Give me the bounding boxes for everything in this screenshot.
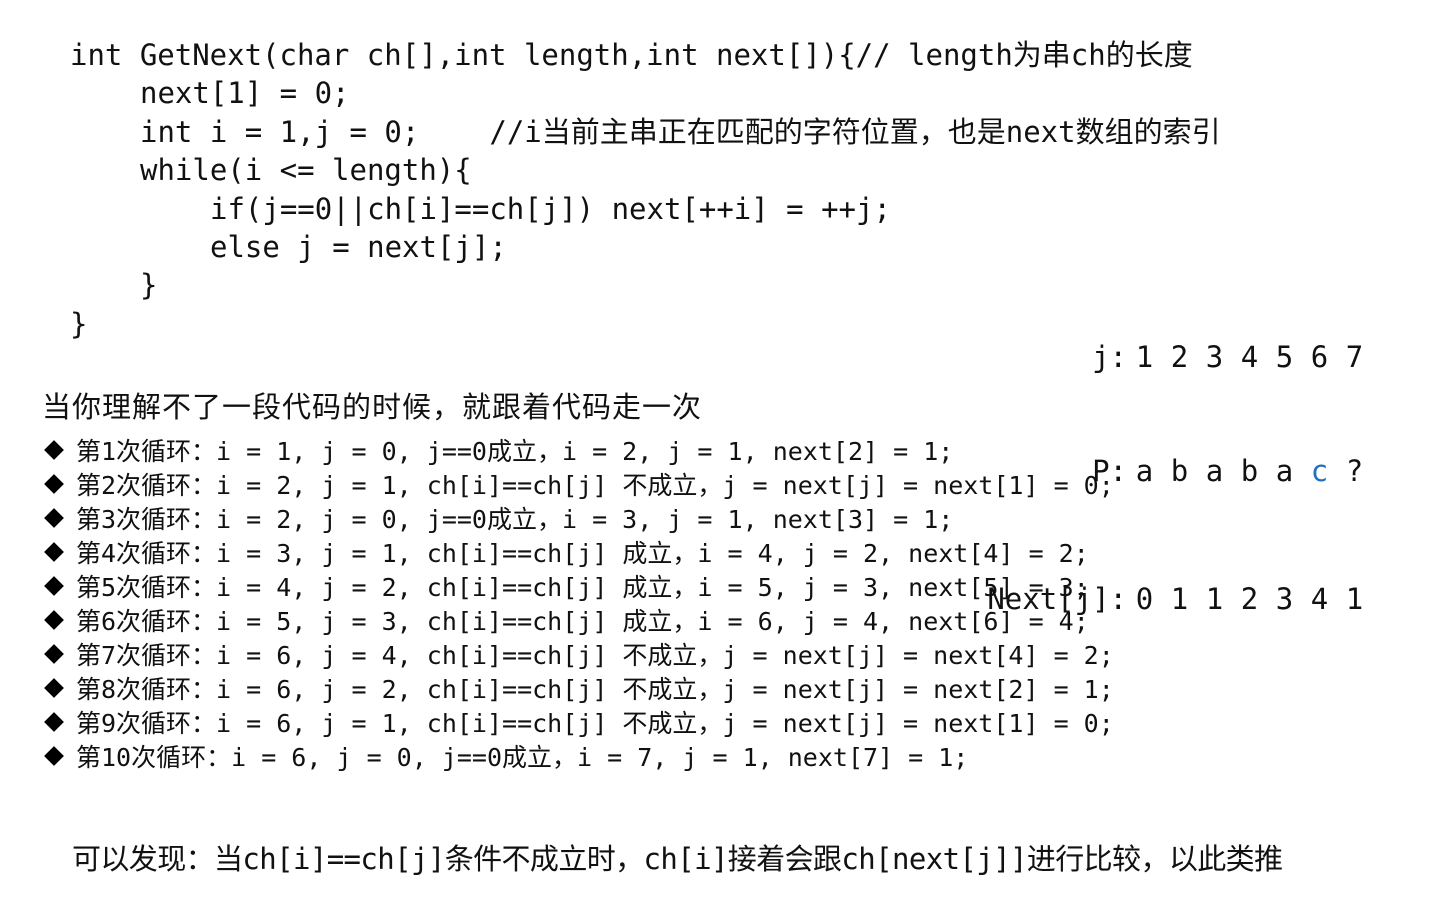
- code-block: int GetNext(char ch[],int length,int nex…: [70, 36, 1221, 343]
- j-label: j:: [1092, 340, 1127, 374]
- loop-step-text: 第7次循环：i = 6, j = 4, ch[i]==ch[j] 不成立，j =…: [76, 641, 1114, 670]
- diamond-bullet-icon: [44, 712, 64, 732]
- next-value: 4: [1310, 582, 1329, 616]
- next-value: 1: [1345, 582, 1364, 616]
- list-item: 第9次循环：i = 6, j = 1, ch[i]==ch[j] 不成立，j =…: [42, 707, 1114, 741]
- code-else-text: else j = next[j];: [210, 229, 507, 264]
- j-value: 6: [1310, 340, 1329, 374]
- code-while-text: while(i <= length){: [140, 153, 472, 188]
- loop-trace-list: 第1次循环：i = 1, j = 0, j==0成立，i = 2, j = 1,…: [42, 435, 1114, 775]
- hint-text: 当你理解不了一段代码的时候，就跟着代码走一次: [42, 390, 703, 424]
- loop-step-text: 第2次循环：i = 2, j = 1, ch[i]==ch[j] 不成立，j =…: [76, 471, 1114, 500]
- diamond-bullet-icon: [44, 678, 64, 698]
- diamond-bullet-icon: [44, 474, 64, 494]
- loop-step-text: 第3次循环：i = 2, j = 0, j==0成立，i = 3, j = 1,…: [76, 505, 954, 534]
- list-item: 第7次循环：i = 6, j = 4, ch[i]==ch[j] 不成立，j =…: [42, 639, 1114, 673]
- conclusion-text: 可以发现：当ch[i]==ch[j]条件不成立时，ch[i]接着会跟ch[nex…: [72, 842, 1283, 876]
- code-close-while-text: }: [140, 268, 158, 303]
- loop-step-text: 第1次循环：i = 1, j = 0, j==0成立，i = 2, j = 1,…: [76, 437, 954, 466]
- list-item: 第10次循环：i = 6, j = 0, j==0成立，i = 7, j = 1…: [42, 741, 1114, 775]
- next-value: 0: [1135, 582, 1154, 616]
- loop-step-text: 第9次循环：i = 6, j = 1, ch[i]==ch[j] 不成立，j =…: [76, 709, 1114, 738]
- j-value: 2: [1170, 340, 1189, 374]
- code-line-signature: int GetNext(char ch[],int length,int nex…: [70, 36, 1221, 74]
- code-close-func-text: }: [70, 306, 88, 341]
- list-item: 第2次循环：i = 2, j = 1, ch[i]==ch[j] 不成立，j =…: [42, 469, 1114, 503]
- p-char: a: [1205, 454, 1224, 488]
- next-value: 1: [1205, 582, 1224, 616]
- j-value: 7: [1345, 340, 1364, 374]
- code-line-while: while(i <= length){: [70, 151, 1221, 189]
- p-char: a: [1135, 454, 1154, 488]
- loop-step-text: 第6次循环：i = 5, j = 3, ch[i]==ch[j] 成立，i = …: [76, 607, 1089, 636]
- loop-step-text: 第8次循环：i = 6, j = 2, ch[i]==ch[j] 不成立，j =…: [76, 675, 1114, 704]
- j-value: 1: [1135, 340, 1154, 374]
- p-char: ?: [1345, 454, 1364, 488]
- list-item: 第1次循环：i = 1, j = 0, j==0成立，i = 2, j = 1,…: [42, 435, 1114, 469]
- code-line-else: else j = next[j];: [70, 228, 1221, 266]
- list-item: 第8次循环：i = 6, j = 2, ch[i]==ch[j] 不成立，j =…: [42, 673, 1114, 707]
- j-value: 3: [1205, 340, 1224, 374]
- next-value: 1: [1170, 582, 1189, 616]
- diamond-bullet-icon: [44, 610, 64, 630]
- list-item: 第3次循环：i = 2, j = 0, j==0成立，i = 3, j = 1,…: [42, 503, 1114, 537]
- code-line-var-init: int i = 1,j = 0; //i当前主串正在匹配的字符位置，也是next数…: [70, 113, 1221, 151]
- diamond-bullet-icon: [44, 542, 64, 562]
- loop-step-text: 第4次循环：i = 3, j = 1, ch[i]==ch[j] 成立，i = …: [76, 539, 1089, 568]
- diamond-bullet-icon: [44, 508, 64, 528]
- code-line-if: if(j==0||ch[i]==ch[j]) next[++i] = ++j;: [70, 190, 1221, 228]
- code-if-text: if(j==0||ch[i]==ch[j]) next[++i] = ++j;: [210, 191, 891, 226]
- list-item: 第6次循环：i = 5, j = 3, ch[i]==ch[j] 成立，i = …: [42, 605, 1114, 639]
- p-char-highlighted: c: [1310, 454, 1329, 488]
- diamond-bullet-icon: [44, 576, 64, 596]
- next-value: 3: [1275, 582, 1294, 616]
- j-value: 5: [1275, 340, 1294, 374]
- loop-step-text: 第10次循环：i = 6, j = 0, j==0成立，i = 7, j = 1…: [76, 743, 969, 772]
- p-char: a: [1275, 454, 1294, 488]
- list-item: 第4次循环：i = 3, j = 1, ch[i]==ch[j] 成立，i = …: [42, 537, 1114, 571]
- diamond-bullet-icon: [44, 746, 64, 766]
- list-item: 第5次循环：i = 4, j = 2, ch[i]==ch[j] 成立，i = …: [42, 571, 1114, 605]
- code-line-close-while: }: [70, 266, 1221, 304]
- j-value: 4: [1240, 340, 1259, 374]
- code-next-init-text: next[1] = 0;: [140, 76, 350, 111]
- p-char: b: [1170, 454, 1189, 488]
- loop-step-text: 第5次循环：i = 4, j = 2, ch[i]==ch[j] 成立，i = …: [76, 573, 1089, 602]
- diamond-bullet-icon: [44, 644, 64, 664]
- p-char: b: [1240, 454, 1259, 488]
- next-value: 2: [1240, 582, 1259, 616]
- code-var-init-text: int i = 1,j = 0;: [140, 114, 420, 149]
- diamond-bullet-icon: [44, 440, 64, 460]
- code-signature-text: int GetNext(char ch[],int length,int nex…: [70, 38, 1193, 72]
- j-row: j: 1 2 3 4 5 6 7: [917, 300, 1372, 414]
- code-comment: //i当前主串正在匹配的字符位置，也是next数组的索引: [489, 114, 1221, 149]
- code-line-next-init: next[1] = 0;: [70, 74, 1221, 112]
